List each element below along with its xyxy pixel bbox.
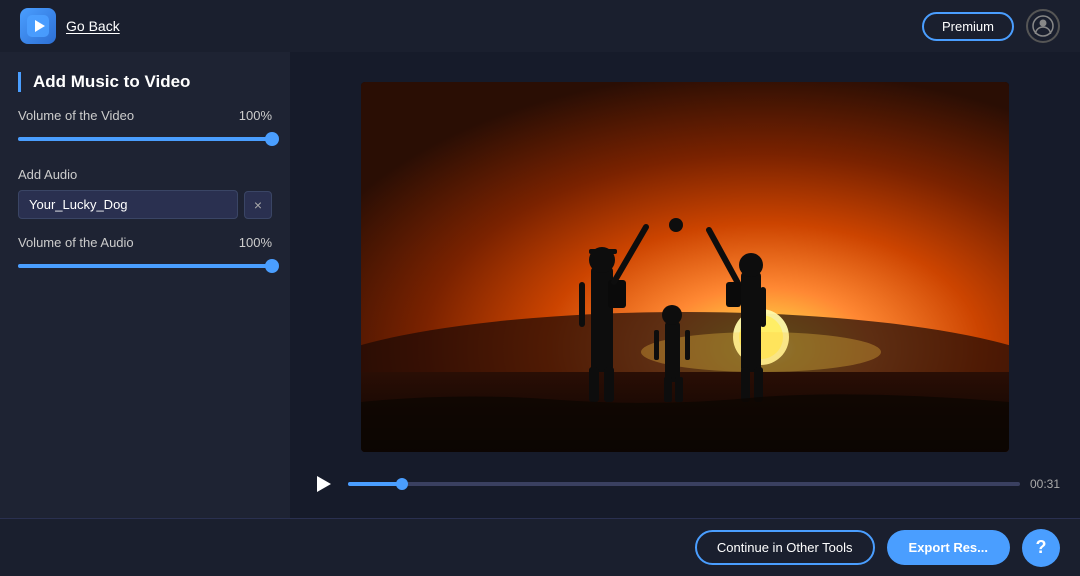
video-wrapper bbox=[310, 72, 1060, 462]
audio-volume-label-row: Volume of the Audio 100% bbox=[18, 235, 272, 250]
audio-volume-fill bbox=[18, 264, 272, 268]
audio-clear-button[interactable]: × bbox=[244, 191, 272, 219]
video-progress-bar[interactable] bbox=[348, 482, 1020, 486]
video-volume-track bbox=[18, 137, 272, 141]
main-content: Add Music to Video Volume of the Video 1… bbox=[0, 52, 1080, 518]
video-volume-label-row: Volume of the Video 100% bbox=[18, 108, 272, 123]
header-left: Go Back bbox=[20, 8, 120, 44]
video-controls: 00:31 bbox=[310, 462, 1060, 498]
audio-volume-track bbox=[18, 264, 272, 268]
video-progress-fill bbox=[348, 482, 402, 486]
sidebar-title: Add Music to Video bbox=[18, 72, 272, 92]
video-progress-thumb bbox=[396, 478, 408, 490]
video-volume-fill bbox=[18, 137, 272, 141]
app-logo bbox=[20, 8, 56, 44]
audio-volume-value: 100% bbox=[239, 235, 272, 250]
premium-button[interactable]: Premium bbox=[922, 12, 1014, 41]
footer: Continue in Other Tools Export Res... ? bbox=[0, 518, 1080, 576]
go-back-button[interactable]: Go Back bbox=[66, 18, 120, 34]
add-audio-group: Add Audio × bbox=[18, 163, 272, 219]
audio-volume-label: Volume of the Audio bbox=[18, 235, 134, 250]
continue-other-tools-button[interactable]: Continue in Other Tools bbox=[695, 530, 875, 565]
add-audio-label: Add Audio bbox=[18, 167, 272, 182]
video-volume-thumb bbox=[265, 132, 279, 146]
app-header: Go Back Premium bbox=[0, 0, 1080, 52]
audio-file-row: × bbox=[18, 190, 272, 219]
video-time-label: 00:31 bbox=[1030, 477, 1060, 491]
video-volume-label: Volume of the Video bbox=[18, 108, 134, 123]
video-volume-group: Volume of the Video 100% bbox=[18, 108, 272, 147]
audio-file-input[interactable] bbox=[18, 190, 238, 219]
sidebar: Add Music to Video Volume of the Video 1… bbox=[0, 52, 290, 518]
video-volume-value: 100% bbox=[239, 108, 272, 123]
help-button[interactable]: ? bbox=[1022, 529, 1060, 567]
user-account-icon[interactable] bbox=[1026, 9, 1060, 43]
audio-volume-slider[interactable] bbox=[18, 258, 272, 274]
header-right: Premium bbox=[922, 9, 1060, 43]
audio-volume-group: Volume of the Audio 100% bbox=[18, 235, 272, 274]
play-button[interactable] bbox=[310, 470, 338, 498]
export-button[interactable]: Export Res... bbox=[887, 530, 1010, 565]
video-volume-slider[interactable] bbox=[18, 131, 272, 147]
video-area: 00:31 bbox=[290, 52, 1080, 518]
audio-volume-thumb bbox=[265, 259, 279, 273]
video-player[interactable] bbox=[361, 82, 1009, 452]
